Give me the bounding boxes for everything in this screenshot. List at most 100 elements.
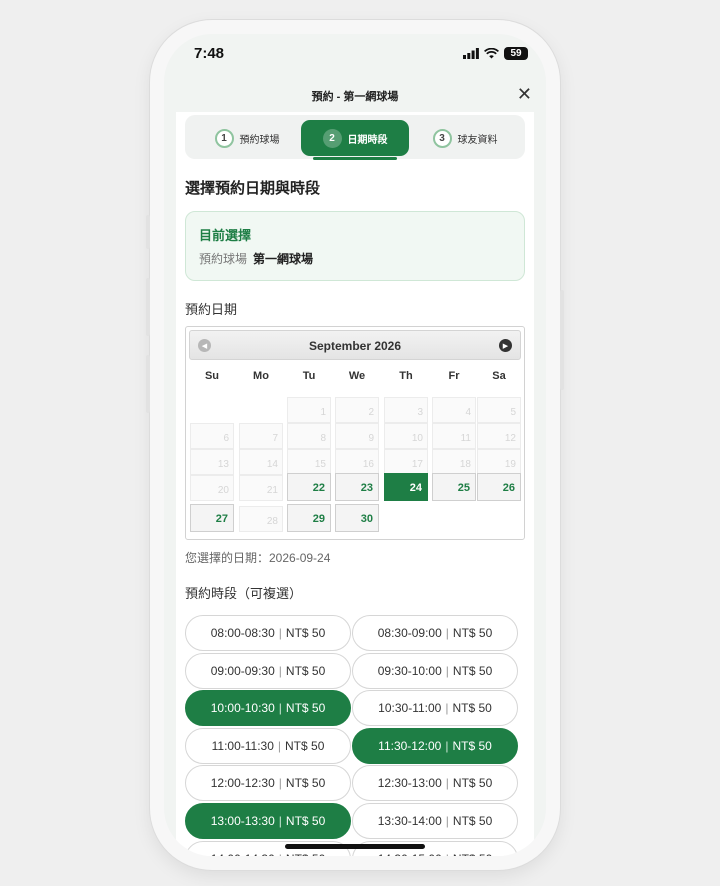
slot-time: 11:00-11:30 bbox=[211, 738, 274, 753]
time-slot-button[interactable]: 13:00-13:30 | NT$ 50 bbox=[185, 803, 351, 839]
slot-separator: | bbox=[445, 663, 449, 678]
date-section-label: 預約日期 bbox=[185, 302, 238, 317]
calendar-day: 5 bbox=[477, 397, 521, 423]
calendar-day-selected[interactable]: 24 bbox=[384, 473, 428, 501]
step-label: 球友資料 bbox=[457, 134, 498, 146]
close-icon[interactable]: ✕ bbox=[517, 84, 532, 105]
wifi-icon bbox=[484, 48, 499, 59]
time-slot-button[interactable]: 12:00-12:30 | NT$ 50 bbox=[185, 765, 351, 802]
slot-price: NT$ 50 bbox=[452, 663, 493, 678]
calendar-day: 13 bbox=[190, 449, 234, 475]
calendar-day: 8 bbox=[287, 423, 331, 449]
calendar-day[interactable]: 30 bbox=[335, 504, 379, 532]
slot-separator: | bbox=[445, 738, 449, 753]
phone-side-button bbox=[146, 215, 150, 249]
slot-price: NT$ 50 bbox=[452, 738, 492, 753]
step-indicator: 1 預約球場 2 日期時段 3 球友資料 bbox=[185, 115, 525, 159]
time-slot-button[interactable]: 09:30-10:00 | NT$ 50 bbox=[352, 652, 518, 689]
slot-price: NT$ 50 bbox=[453, 852, 492, 856]
phone-side-button bbox=[146, 355, 150, 413]
signal-icon bbox=[463, 48, 479, 59]
slot-price: NT$ 50 bbox=[285, 738, 325, 753]
slot-time: 10:00-10:30 bbox=[210, 701, 275, 716]
slot-time: 12:30-13:00 bbox=[377, 776, 442, 791]
calendar-day: 3 bbox=[384, 397, 428, 423]
slot-separator: | bbox=[445, 626, 449, 640]
time-slot-button[interactable]: 08:00-08:30 | NT$ 50 bbox=[185, 615, 351, 651]
time-slot-button[interactable]: 12:30-13:00 | NT$ 50 bbox=[352, 765, 518, 802]
slot-separator: | bbox=[279, 852, 282, 856]
calendar-day: 6 bbox=[190, 423, 234, 449]
slot-time: 08:30-09:00 bbox=[377, 626, 442, 640]
time-slot-button[interactable]: 09:00-09:30 | NT$ 50 bbox=[185, 652, 351, 689]
weekday-header: Mo bbox=[253, 370, 269, 382]
step-number: 1 bbox=[214, 128, 234, 148]
slot-separator: | bbox=[445, 701, 449, 716]
slot-separator: | bbox=[278, 626, 282, 640]
status-time: 7:48 bbox=[194, 45, 225, 62]
calendar-day[interactable]: 25 bbox=[432, 473, 476, 501]
slot-time: 10:30-11:00 bbox=[378, 701, 442, 716]
step-3[interactable]: 3 球友資料 bbox=[411, 120, 519, 156]
slot-time: 09:00-09:30 bbox=[210, 663, 275, 678]
slot-separator: | bbox=[277, 738, 282, 753]
calendar-day: 21 bbox=[239, 475, 283, 501]
calendar-day: 18 bbox=[432, 449, 476, 475]
time-slot-button[interactable]: 10:00-10:30 | NT$ 50 bbox=[185, 690, 351, 727]
slot-price: NT$ 50 bbox=[452, 701, 492, 716]
slot-separator: | bbox=[446, 852, 449, 856]
calendar-day[interactable]: 23 bbox=[335, 473, 379, 501]
slot-separator: | bbox=[445, 814, 449, 828]
slot-time: 14:30-15:00 bbox=[378, 852, 442, 856]
calendar-day[interactable]: 27 bbox=[190, 504, 234, 532]
phone-screen: 7:48 59 預約 - 第一網球場 ✕ 1 預約球場 2 日期時段 3 球友資… bbox=[164, 34, 546, 856]
calendar-day[interactable]: 26 bbox=[477, 473, 521, 501]
calendar-day: 7 bbox=[239, 423, 283, 449]
time-slot-button[interactable]: 08:30-09:00 | NT$ 50 bbox=[352, 615, 518, 651]
slot-separator: | bbox=[278, 701, 282, 716]
slot-price: NT$ 50 bbox=[452, 626, 493, 640]
slot-time: 13:00-13:30 bbox=[210, 814, 275, 828]
battery-icon: 59 bbox=[504, 47, 528, 60]
weekday-header: Su bbox=[204, 370, 220, 382]
current-selection-title: 目前選擇 bbox=[199, 228, 252, 243]
calendar-day: 20 bbox=[190, 475, 234, 501]
time-slot-button[interactable]: 10:30-11:00 | NT$ 50 bbox=[352, 690, 518, 727]
time-slot-button[interactable]: 13:30-14:00 | NT$ 50 bbox=[352, 803, 518, 839]
modal-header: 預約 - 第一網球場 ✕ bbox=[164, 84, 546, 112]
slot-separator: | bbox=[445, 776, 449, 791]
slot-time: 11:30-12:00 bbox=[378, 738, 442, 753]
calendar-day: 1 bbox=[287, 397, 331, 423]
time-slot-button[interactable]: 11:00-11:30 | NT$ 50 bbox=[185, 727, 351, 764]
calendar-day: 17 bbox=[384, 449, 428, 475]
slot-separator: | bbox=[278, 776, 282, 791]
slots-section-label: 預約時段（可複選） bbox=[185, 586, 303, 601]
step-1[interactable]: 1 預約球場 bbox=[193, 120, 301, 156]
page-title: 選擇預約日期與時段 bbox=[185, 180, 321, 197]
slot-price: NT$ 50 bbox=[285, 776, 326, 791]
current-selection-value: 第一網球場 bbox=[253, 252, 314, 266]
calendar-day: 2 bbox=[335, 397, 379, 423]
calendar-day[interactable]: 22 bbox=[287, 473, 331, 501]
slot-time: 08:00-08:30 bbox=[210, 626, 275, 640]
current-selection-row: 預約球場 第一網球場 bbox=[199, 250, 313, 267]
calendar-header: ◀ September 2026 ▶ bbox=[189, 330, 521, 360]
slot-price: NT$ 50 bbox=[452, 814, 493, 828]
time-slot-button[interactable]: 11:30-12:00 | NT$ 50 bbox=[352, 727, 518, 764]
slot-price: NT$ 50 bbox=[452, 776, 493, 791]
slot-price: NT$ 50 bbox=[285, 814, 326, 828]
home-indicator bbox=[285, 844, 425, 849]
selected-date-text: 您選擇的日期：2026-09-24 bbox=[185, 551, 331, 565]
calendar-month: September 2026 bbox=[308, 339, 402, 353]
step-2[interactable]: 2 日期時段 bbox=[301, 120, 409, 156]
calendar-day[interactable]: 29 bbox=[287, 504, 331, 532]
status-bar: 7:48 59 bbox=[164, 34, 546, 84]
slot-price: NT$ 50 bbox=[285, 663, 326, 678]
calendar-day: 15 bbox=[287, 449, 331, 475]
slot-separator: | bbox=[278, 663, 282, 678]
modal-title: 預約 - 第一網球場 bbox=[311, 91, 399, 103]
phone-side-button bbox=[560, 290, 564, 390]
date-picker: ◀ September 2026 ▶ Su Mo Tu We Th Fr Sa 1 2 3 4 5 6 7… bbox=[185, 326, 525, 540]
next-month-icon[interactable]: ▶ bbox=[499, 339, 512, 352]
step-number: 2 bbox=[322, 128, 342, 148]
